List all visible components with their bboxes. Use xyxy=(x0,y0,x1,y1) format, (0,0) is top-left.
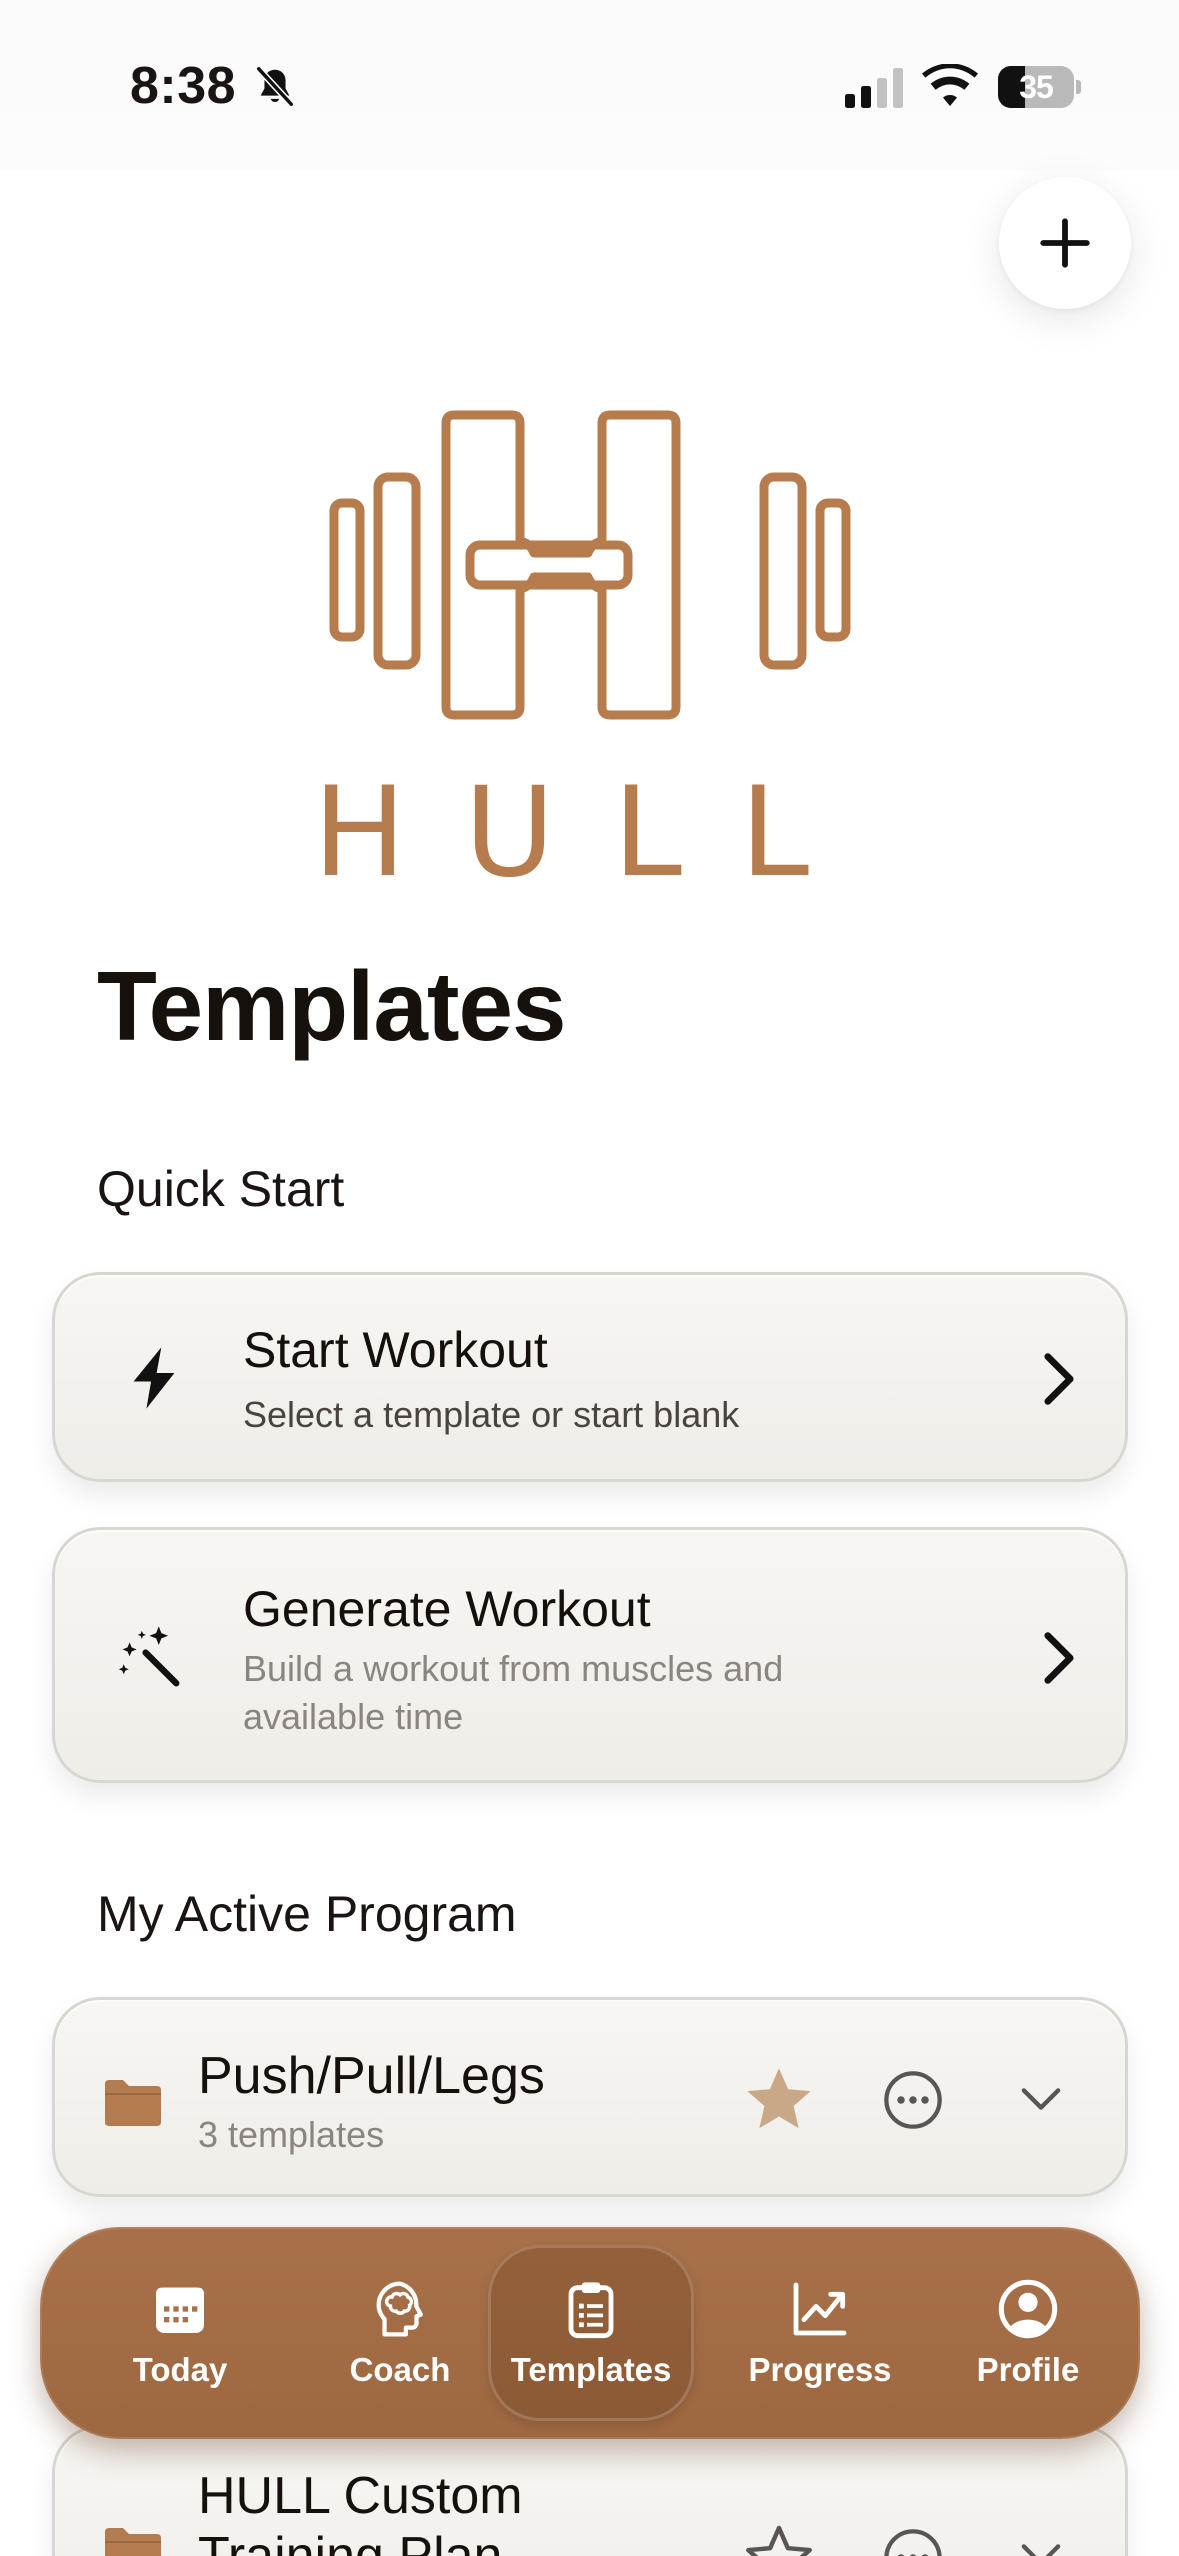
tab-label: Progress xyxy=(748,2351,892,2388)
status-bar: 8:38 35 xyxy=(0,0,1179,170)
status-time: 8:38 xyxy=(130,57,237,115)
tab-label: Profile xyxy=(976,2351,1080,2388)
star-filled-icon[interactable] xyxy=(741,2062,817,2138)
tab-coach[interactable]: Coach xyxy=(310,2227,490,2439)
chevron-right-icon xyxy=(1044,1632,1074,1684)
wifi-icon xyxy=(922,64,978,106)
chevron-down-icon[interactable] xyxy=(1019,2540,1063,2556)
battery-level: 35 xyxy=(1019,69,1054,105)
magic-wand-icon xyxy=(118,1626,180,1687)
person-circle-icon xyxy=(998,2279,1058,2339)
start-workout-subtitle: Select a template or start blank xyxy=(243,1394,740,1435)
folder-icon xyxy=(105,2080,161,2126)
generate-workout-subtitle: Build a workout from muscles and availab… xyxy=(243,1648,784,1737)
start-workout-title: Start Workout xyxy=(243,1322,548,1378)
folder-icon xyxy=(105,2528,161,2556)
calendar-icon xyxy=(156,2287,204,2333)
chart-line-icon xyxy=(793,2282,847,2336)
star-outline-icon[interactable] xyxy=(741,2520,817,2556)
program-card-push-pull-legs[interactable]: Push/Pull/Legs 3 templates xyxy=(52,1997,1128,2197)
tab-today[interactable]: Today xyxy=(90,2227,270,2439)
chevron-down-icon[interactable] xyxy=(1019,2084,1063,2114)
lightning-bolt-icon xyxy=(133,1347,175,1409)
tab-label: Templates xyxy=(510,2351,672,2388)
tab-profile[interactable]: Profile xyxy=(938,2227,1118,2439)
generate-workout-title: Generate Workout xyxy=(243,1581,651,1637)
generate-workout-card[interactable]: Generate Workout Build a workout from mu… xyxy=(52,1527,1128,1783)
tab-progress[interactable]: Progress xyxy=(720,2227,920,2439)
clipboard-icon xyxy=(568,2282,614,2339)
cellular-signal-icon xyxy=(845,68,903,108)
more-options-icon[interactable] xyxy=(881,2068,945,2132)
hull-logo: HULL xyxy=(320,410,860,885)
logo-wordmark: HULL xyxy=(320,761,860,885)
battery-indicator: 35 xyxy=(998,66,1081,108)
program-template-count: 3 templates xyxy=(198,2114,385,2155)
page-title: Templates xyxy=(97,951,566,1061)
start-workout-card[interactable]: Start Workout Select a template or start… xyxy=(52,1272,1128,1482)
quick-start-heading: Quick Start xyxy=(97,1161,345,1217)
plus-icon xyxy=(1040,218,1090,268)
add-template-button[interactable] xyxy=(999,177,1131,309)
tab-templates[interactable]: Templates xyxy=(488,2245,694,2421)
active-program-heading: My Active Program xyxy=(97,1886,517,1942)
program-name: Push/Pull/Legs xyxy=(198,2047,545,2105)
tab-label: Coach xyxy=(349,2351,451,2388)
program-card-hull-custom[interactable]: HULL Custom Training Plan xyxy=(52,2425,1128,2556)
tab-label: Today xyxy=(132,2351,228,2388)
brain-head-icon xyxy=(376,2281,423,2337)
templates-screen: 8:38 35 HULL Templates Quick Start Start… xyxy=(0,0,1179,2556)
program-name: HULL Custom Training Plan xyxy=(198,2467,523,2556)
bell-slash-icon xyxy=(256,66,294,107)
chevron-right-icon xyxy=(1044,1353,1074,1405)
more-options-icon[interactable] xyxy=(881,2526,945,2556)
tab-bar: Today Coach Templates Progress Profile xyxy=(40,2227,1140,2439)
